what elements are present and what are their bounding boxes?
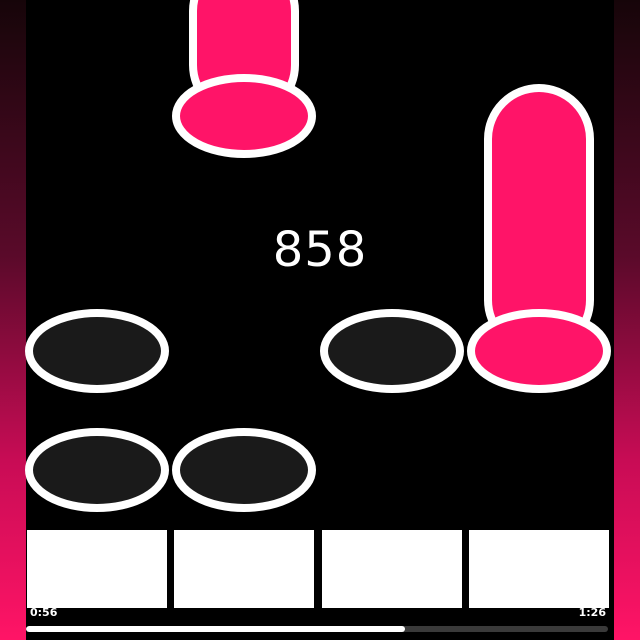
hole-lane-0-upper[interactable] [25,309,169,393]
hole-lane-1-lower[interactable] [172,428,316,512]
score-display: 858 [272,222,368,278]
game-screen: 858 0:56 1:26 [0,0,640,640]
tap-tile-lane-0[interactable] [27,530,167,608]
total-time: 1:26 [578,606,606,619]
tap-tile-lane-3[interactable] [469,530,609,608]
hole-lane-0-lower[interactable] [25,428,169,512]
note-board[interactable] [0,0,640,640]
elapsed-time: 0:56 [30,606,58,619]
song-progress-fill [26,626,405,632]
song-progress-bar [26,626,608,632]
tap-tile-lane-1[interactable] [174,530,314,608]
tap-tile-lane-2[interactable] [322,530,462,608]
long-note-head-lane-1[interactable] [172,74,316,158]
long-note-head-lane-3[interactable] [467,309,611,393]
hole-lane-2-upper[interactable] [320,309,464,393]
